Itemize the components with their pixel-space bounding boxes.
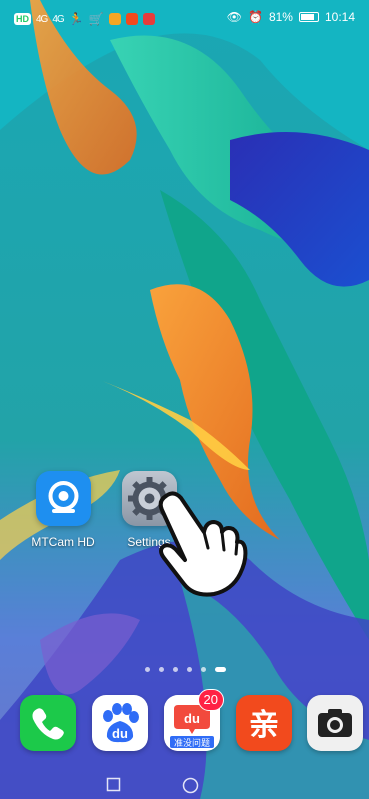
page-dot[interactable] — [145, 667, 150, 672]
tap-hand-pointer-icon — [158, 491, 248, 597]
status-left: HD 4G 4G 🏃 🛒 — [14, 12, 155, 26]
qin-text: 亲 — [249, 708, 279, 743]
baidu-text: du — [112, 726, 128, 741]
dock-camera[interactable] — [307, 695, 363, 751]
notification-app-icon-1 — [108, 13, 121, 25]
running-person-icon: 🏃 — [68, 12, 84, 26]
dock-qin[interactable]: 亲 — [236, 695, 292, 751]
shopping-cart-icon: 🛒 — [88, 12, 104, 26]
dock-baidu-zhidao[interactable]: du 准没问题 20 — [164, 689, 224, 751]
notification-badge: 20 — [197, 689, 224, 711]
qin-icon: 亲 — [249, 708, 279, 743]
battery-percent: 81% — [268, 10, 293, 24]
square-nav-icon[interactable] — [106, 777, 121, 792]
dock-baidu[interactable]: du — [92, 695, 148, 751]
battery-icon — [298, 12, 319, 22]
notification-app-icon-2 — [125, 13, 138, 25]
home-screen: HD 4G 4G 🏃 🛒 👁 ⏰ 81% 10:14 MTCam HD Sett… — [0, 0, 369, 799]
baidu-paw-icon: du — [103, 703, 139, 743]
dock-phone[interactable] — [20, 695, 76, 751]
camera-webcam-icon — [35, 471, 91, 526]
network-badge: HD — [14, 13, 31, 25]
dock: du du 准没问题 20 亲 — [0, 689, 369, 765]
page-dot[interactable] — [173, 667, 178, 672]
page-dot[interactable] — [215, 667, 226, 672]
app-mtcam-hd[interactable]: MTCam HD — [24, 471, 102, 549]
zhidao-subtext: 准没问题 — [174, 737, 210, 749]
circle-nav-icon[interactable] — [182, 777, 199, 794]
page-dot[interactable] — [201, 667, 206, 672]
signal-strength-2: 4G — [52, 13, 64, 25]
alarm-icon: ⏰ — [247, 10, 263, 24]
page-dot[interactable] — [187, 667, 192, 672]
signal-strength-1: 4G — [36, 13, 48, 25]
navigation-bar — [0, 770, 369, 799]
eye-icon: 👁 — [226, 10, 242, 24]
zhidao-du-text: du — [184, 711, 200, 726]
page-indicator — [145, 667, 226, 672]
app-label: MTCam HD — [31, 535, 95, 549]
wallpaper — [0, 0, 369, 799]
camera-icon — [318, 709, 352, 737]
clock: 10:14 — [324, 10, 355, 24]
status-right: 👁 ⏰ 81% 10:14 — [227, 10, 355, 24]
notification-app-icon-3 — [142, 13, 155, 25]
page-dot[interactable] — [159, 667, 164, 672]
status-bar: HD 4G 4G 🏃 🛒 👁 ⏰ 81% 10:14 — [0, 0, 369, 40]
phone-icon — [32, 708, 64, 740]
